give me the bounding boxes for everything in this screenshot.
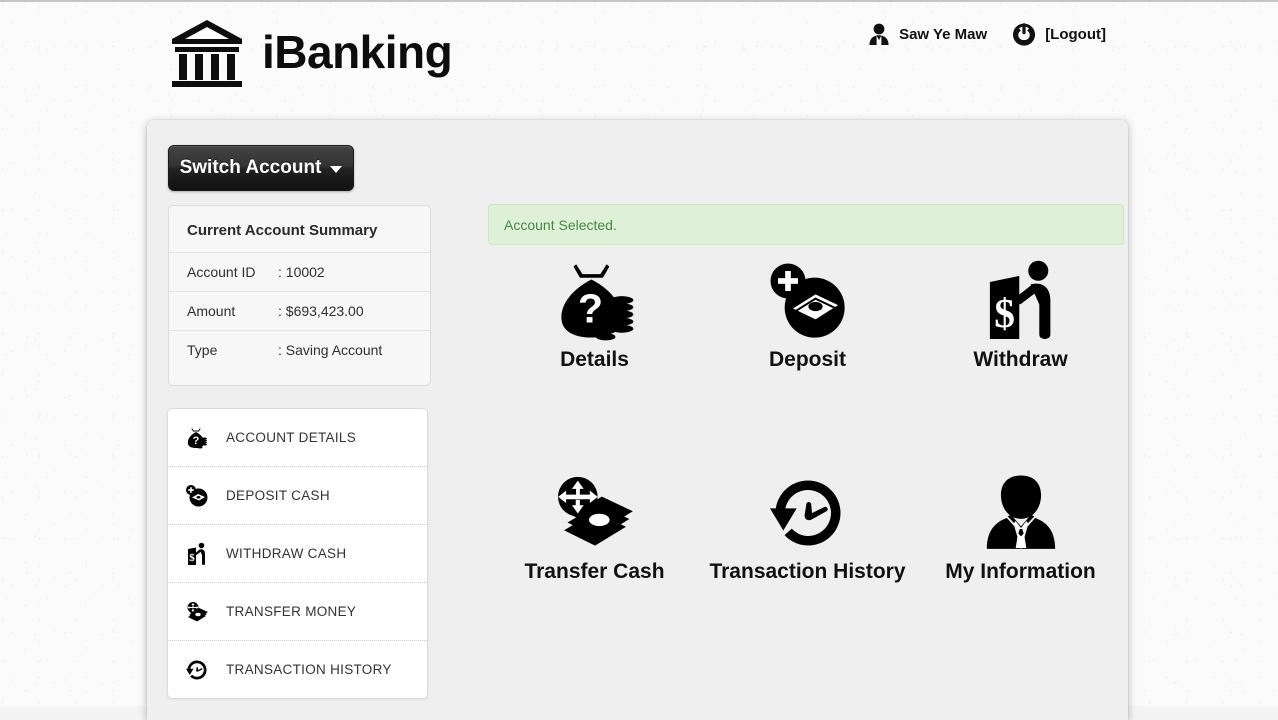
power-icon[interactable] xyxy=(1012,22,1036,46)
summary-label: Amount xyxy=(187,303,236,319)
tile-details[interactable]: ? Details xyxy=(488,260,701,372)
summary-value: : 10002 xyxy=(278,264,325,280)
deposit-plus-icon xyxy=(767,260,849,342)
tile-deposit[interactable]: Deposit xyxy=(701,260,914,372)
summary-row-amount: Amount : $693,423.00 xyxy=(169,291,430,330)
action-tile-row-1: ? Details Deposit $ Withdraw xyxy=(488,260,1127,372)
history-clock-icon xyxy=(184,658,210,682)
deposit-plus-icon xyxy=(184,484,210,508)
transfer-arrows-cash-icon xyxy=(552,472,638,554)
brand: iBanking xyxy=(168,18,453,90)
sidebar-nav: ? ACCOUNT DETAILS DEPOSIT CASH $ WITHDRA… xyxy=(167,408,428,699)
tile-my-information[interactable]: My Information xyxy=(914,472,1127,584)
summary-label: Account ID xyxy=(187,264,256,280)
sidebar-item-label: ACCOUNT DETAILS xyxy=(226,430,357,445)
summary-spacer xyxy=(169,369,430,385)
caret-down-icon xyxy=(330,166,343,173)
sidebar-item-withdraw-cash[interactable]: $ WITHDRAW CASH xyxy=(168,524,427,582)
sidebar-item-label: TRANSFER MONEY xyxy=(226,604,357,619)
sidebar-item-transfer-money[interactable]: TRANSFER MONEY xyxy=(168,582,427,640)
content-panel: Switch Account Current Account Summary A… xyxy=(147,120,1128,720)
tile-transaction-history[interactable]: Transaction History xyxy=(701,472,914,584)
transfer-arrows-cash-icon xyxy=(184,601,210,623)
sidebar-item-label: DEPOSIT CASH xyxy=(226,488,330,503)
user-area: Saw Ye Maw [Logout] xyxy=(868,22,1106,46)
switch-account-button[interactable]: Switch Account xyxy=(168,145,354,191)
bank-building-icon xyxy=(168,18,246,90)
summary-value: : $693,423.00 xyxy=(278,303,364,319)
user-name: Saw Ye Maw xyxy=(899,25,988,43)
action-tile-row-2: Transfer Cash Transaction History My Inf… xyxy=(488,472,1127,584)
sidebar-item-transaction-history[interactable]: TRANSACTION HISTORY xyxy=(168,640,427,698)
logout-link[interactable]: [Logout] xyxy=(1045,26,1106,43)
sidebar-item-account-details[interactable]: ? ACCOUNT DETAILS xyxy=(168,409,427,466)
account-summary-card: Current Account Summary Account ID : 100… xyxy=(168,205,431,386)
person-suit-icon xyxy=(982,472,1060,554)
tile-label: Details xyxy=(560,348,629,371)
tile-transfer-cash[interactable]: Transfer Cash xyxy=(488,472,701,584)
tile-label: Transaction History xyxy=(709,560,906,583)
atm-person-icon: $ xyxy=(983,260,1059,342)
summary-title: Current Account Summary xyxy=(187,222,378,239)
svg-text:$: $ xyxy=(189,552,195,564)
sidebar-item-deposit-cash[interactable]: DEPOSIT CASH xyxy=(168,466,427,524)
top-edge-line xyxy=(0,0,1278,2)
action-tiles: ? Details Deposit $ Withdraw Transfer Ca… xyxy=(488,260,1127,584)
summary-value: : Saving Account xyxy=(278,342,383,358)
tile-withdraw[interactable]: $ Withdraw xyxy=(914,260,1127,372)
status-alert-message: Account Selected. xyxy=(504,216,617,233)
sidebar-item-label: WITHDRAW CASH xyxy=(226,546,347,561)
tile-label: Transfer Cash xyxy=(524,560,665,583)
summary-label: Type xyxy=(187,342,218,358)
tile-label: Withdraw xyxy=(973,348,1068,371)
history-clock-icon xyxy=(766,472,850,554)
money-bag-question-icon: ? xyxy=(184,427,210,449)
summary-row-account-id: Account ID : 10002 xyxy=(169,252,430,291)
atm-person-icon: $ xyxy=(184,542,210,566)
status-alert: Account Selected. xyxy=(488,204,1124,245)
user-avatar-icon xyxy=(868,22,890,46)
svg-text:$: $ xyxy=(994,290,1015,336)
page-title: iBanking xyxy=(262,26,453,78)
sidebar-item-label: TRANSACTION HISTORY xyxy=(226,662,392,677)
tile-label: Deposit xyxy=(768,348,846,371)
summary-row-type: Type : Saving Account xyxy=(169,330,430,369)
money-bag-question-icon: ? xyxy=(552,260,638,342)
switch-account-label: Switch Account xyxy=(179,157,322,178)
page-header: iBanking Saw Ye Maw [Logout] xyxy=(0,0,1278,110)
tile-label: My Information xyxy=(945,560,1096,583)
